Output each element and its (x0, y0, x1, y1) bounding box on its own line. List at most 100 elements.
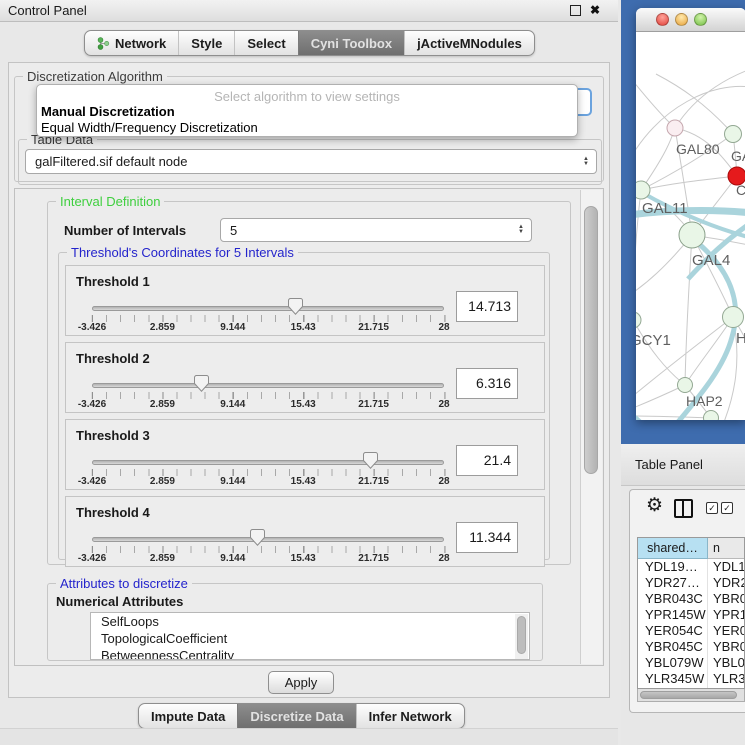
list-item[interactable]: TopologicalCoefficient (91, 630, 529, 647)
threshold-2-value-field[interactable]: 6.316 (456, 368, 518, 399)
dropdown-option-manual[interactable]: Manual Discretization (41, 104, 175, 119)
slider-thumb[interactable] (194, 375, 209, 392)
attributes-group-title: Attributes to discretize (56, 576, 192, 591)
interval-definition-group: Interval Definition Number of Intervals … (47, 201, 571, 565)
close-panel-icon[interactable]: ✖ (590, 4, 600, 16)
algorithm-dropdown-popup: Select algorithm to view settings Manual… (36, 84, 578, 137)
main-panel-scrollbar[interactable] (580, 190, 602, 664)
interval-definition-title: Interval Definition (56, 194, 164, 209)
network-window-titlebar[interactable] (636, 8, 745, 32)
threshold-4-slider-track[interactable] (92, 537, 444, 542)
panel-title: Control Panel (8, 3, 87, 18)
slider-minor-ticks (92, 392, 444, 399)
gear-icon[interactable]: ⚙ (646, 496, 663, 515)
network-node-gal80[interactable] (667, 120, 683, 136)
network-node-gcy1[interactable] (636, 312, 641, 328)
tab-impute-data[interactable]: Impute Data (139, 704, 237, 728)
network-node-bottom[interactable] (704, 411, 719, 421)
table-data-selected-value: galFiltered.sif default node (35, 154, 187, 169)
slider-tick-labels: -3.426 2.859 9.144 15.43 21.715 28 (92, 553, 444, 565)
network-node-h[interactable] (723, 307, 744, 328)
thresholds-group-title: Threshold's Coordinates for 5 Intervals (67, 245, 298, 260)
threshold-2-slider-track[interactable] (92, 383, 444, 388)
traffic-light-close-icon[interactable] (656, 13, 669, 26)
slider-minor-ticks (92, 546, 444, 553)
numerical-attributes-label: Numerical Attributes (56, 594, 183, 609)
network-node-gal11[interactable] (636, 181, 650, 199)
threshold-1-slider-track[interactable] (92, 306, 444, 311)
threshold-4-label: Threshold 4 (76, 505, 150, 520)
traffic-light-zoom-icon[interactable] (694, 13, 707, 26)
table-horizontal-scrollbar[interactable] (637, 689, 745, 702)
table-data-group: Table Data galFiltered.sif default node … (18, 139, 602, 185)
network-window[interactable]: GAL80 GA C GAL11 GAL4 GCY1 H HAP2 (636, 8, 745, 420)
thresholds-group: Threshold's Coordinates for 5 Intervals … (58, 252, 550, 560)
table-row[interactable]: YBR045CYBR0 (638, 639, 744, 655)
node-attribute-table: shared… n YDL19…YDL1 YDR27…YDR2 YBR043CY… (637, 537, 745, 689)
slider-tick-labels: -3.426 2.859 9.144 15.43 21.715 28 (92, 322, 444, 334)
table-row[interactable]: YER054CYER0 (638, 623, 744, 639)
settings-scroll-panel: Interval Definition Number of Intervals … (14, 188, 604, 666)
list-item[interactable]: BetweennessCentrality (91, 647, 529, 660)
table-row[interactable]: YDL19…YDL1 (638, 559, 744, 575)
threshold-3-panel: Threshold 3 -3.426 2.859 9.144 15.43 21.… (65, 419, 545, 490)
list-scrollbar[interactable] (515, 614, 528, 660)
network-tab-icon (97, 37, 110, 50)
network-node-hap2[interactable] (678, 378, 693, 393)
threshold-1-label: Threshold 1 (76, 274, 150, 289)
table-row[interactable]: YBR043CYBR0 (638, 591, 744, 607)
tab-cyni-toolbox[interactable]: Cyni Toolbox (298, 31, 404, 55)
combo-stepper-icon: ▲▼ (518, 225, 524, 235)
checkbox-icon[interactable]: ✓ (721, 502, 733, 514)
tab-network[interactable]: Network (85, 31, 178, 55)
apply-button[interactable]: Apply (268, 671, 334, 694)
checkbox-icon[interactable]: ✓ (706, 502, 718, 514)
application-window: Control Panel ✖ Network Style Select Cyn… (0, 0, 745, 745)
network-node-gal4[interactable] (679, 222, 705, 248)
number-of-intervals-label: Number of Intervals (64, 223, 186, 238)
node-label-gal80: GAL80 (676, 141, 720, 157)
slider-minor-ticks (92, 469, 444, 476)
numerical-attributes-list[interactable]: SelfLoops TopologicalCoefficient Between… (90, 612, 530, 660)
dropdown-placeholder-item[interactable]: Select algorithm to view settings (37, 89, 577, 104)
threshold-1-panel: Threshold 1 -3.426 2.859 9.144 15.43 21.… (65, 265, 545, 336)
threshold-3-label: Threshold 3 (76, 428, 150, 443)
scrollbar-thumb[interactable] (584, 206, 598, 474)
threshold-3-slider-track[interactable] (92, 460, 444, 465)
table-row[interactable]: YBL079WYBL0 (638, 655, 744, 671)
table-row[interactable]: YLR345WYLR3 (638, 671, 744, 687)
attributes-group: Attributes to discretize Numerical Attri… (47, 583, 543, 661)
table-row[interactable]: YDR27…YDR2 (638, 575, 744, 591)
top-tabbar: Network Style Select Cyni Toolbox jActiv… (84, 30, 535, 56)
column-header-name[interactable]: n (708, 538, 744, 559)
dropdown-option-equal-width[interactable]: Equal Width/Frequency Discretization (41, 120, 258, 135)
number-of-intervals-combobox[interactable]: 5 ▲▼ (220, 218, 532, 242)
threshold-4-value-field[interactable]: 11.344 (456, 522, 518, 553)
table-panel-title: Table Panel (635, 457, 703, 472)
threshold-1-value-field[interactable]: 14.713 (456, 291, 518, 322)
slider-tick-labels: -3.426 2.859 9.144 15.43 21.715 28 (92, 399, 444, 411)
columns-icon[interactable] (674, 499, 693, 518)
column-header-shared-name[interactable]: shared… (638, 538, 708, 559)
list-item[interactable]: SelfLoops (91, 613, 529, 630)
node-label-ga: GA (731, 148, 745, 164)
threshold-3-value-field[interactable]: 21.4 (456, 445, 518, 476)
combo-stepper-icon: ▲▼ (583, 157, 589, 167)
slider-thumb[interactable] (363, 452, 378, 469)
float-panel-icon[interactable] (570, 5, 581, 16)
scrollbar-thumb[interactable] (640, 691, 737, 699)
network-node-top-right[interactable] (725, 126, 742, 143)
tab-style[interactable]: Style (178, 31, 234, 55)
traffic-light-minimize-icon[interactable] (675, 13, 688, 26)
network-canvas[interactable]: GAL80 GA C GAL11 GAL4 GCY1 H HAP2 (636, 32, 745, 420)
tab-jactivemnodules[interactable]: jActiveMNodules (404, 31, 534, 55)
threshold-2-label: Threshold 2 (76, 351, 150, 366)
table-data-combobox[interactable]: galFiltered.sif default node ▲▼ (25, 149, 597, 174)
slider-thumb[interactable] (250, 529, 265, 546)
tab-discretize-data[interactable]: Discretize Data (237, 704, 355, 728)
tab-select[interactable]: Select (234, 31, 297, 55)
node-label-gcy1: GCY1 (636, 332, 671, 349)
table-row[interactable]: YPR145WYPR1 (638, 607, 744, 623)
slider-thumb[interactable] (288, 298, 303, 315)
tab-infer-network[interactable]: Infer Network (356, 704, 464, 728)
